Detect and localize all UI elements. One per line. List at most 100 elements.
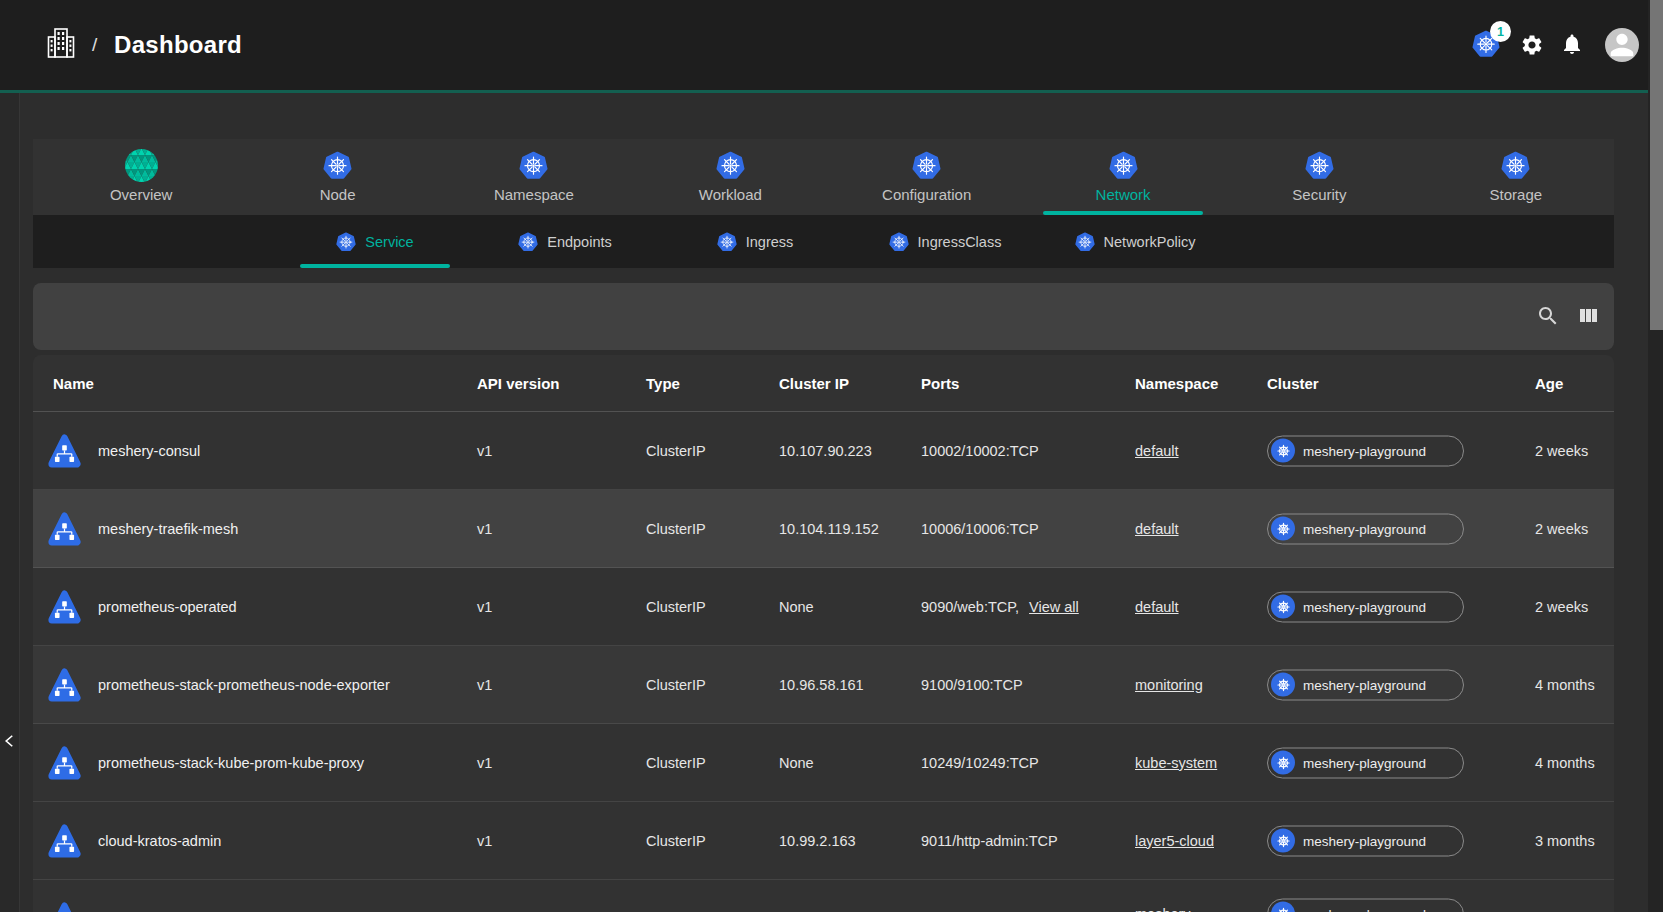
cluster-ip: 10.104.119.152 [779, 521, 879, 537]
tab-label: Node [320, 186, 356, 203]
service-resource-icon [48, 823, 81, 858]
kubernetes-context-badge: 1 [1490, 21, 1511, 42]
kubernetes-icon [518, 232, 538, 252]
column-header-cluster[interactable]: Cluster [1267, 375, 1319, 392]
kubernetes-icon [1271, 517, 1295, 541]
subtab-label: Service [365, 234, 413, 250]
subtab-label: IngressClass [918, 234, 1002, 250]
table-row[interactable]: prometheus-operatedv1ClusterIPNone9090/w… [33, 568, 1614, 646]
cluster-chip[interactable]: meshery-playground [1267, 591, 1464, 622]
cluster-name: meshery-playground [1303, 677, 1426, 692]
table-row[interactable]: meshery-consulv1ClusterIP10.107.90.22310… [33, 412, 1614, 490]
cluster-name: meshery-playground [1303, 521, 1426, 536]
notifications-bell-icon[interactable] [1560, 32, 1584, 57]
column-header-type[interactable]: Type [646, 375, 680, 392]
service-name: meshery-traefik-mesh [98, 521, 238, 537]
kubernetes-icon [519, 151, 548, 180]
ports-value: 9090/web:TCP, [921, 599, 1019, 615]
kubernetes-icon [1271, 439, 1295, 463]
scrollbar-thumb[interactable] [1650, 0, 1663, 330]
cluster-chip[interactable]: meshery-playground [1267, 435, 1464, 466]
service-resource-icon [48, 511, 81, 546]
cluster-ip: None [779, 599, 814, 615]
kubernetes-icon [1305, 151, 1334, 180]
cluster-chip[interactable]: meshery-playground [1267, 747, 1464, 778]
table-row[interactable]: cloud-kratos-adminv1ClusterIP10.99.2.163… [33, 802, 1614, 880]
cluster-ip: None [779, 755, 814, 771]
ports-value: 9011/http-admin:TCP [921, 833, 1058, 849]
subtab-label: NetworkPolicy [1104, 234, 1196, 250]
search-icon[interactable] [1536, 304, 1560, 328]
column-header-name[interactable]: Name [53, 375, 94, 392]
subtab-networkpolicy[interactable]: NetworkPolicy [1040, 215, 1230, 268]
ports-value: 10006/10006:TCP [921, 521, 1039, 537]
table-row[interactable]: meshery meshery-playground [33, 880, 1614, 912]
service-resource-icon [48, 667, 81, 702]
settings-gear-icon[interactable] [1520, 33, 1544, 57]
subtab-ingressclass[interactable]: IngressClass [850, 215, 1040, 268]
chevron-left-icon[interactable] [1, 732, 19, 754]
ports-cell: 9011/http-admin:TCP [921, 833, 1058, 849]
service-name: prometheus-stack-kube-prom-kube-proxy [98, 755, 364, 771]
namespace-link[interactable]: default [1135, 599, 1179, 615]
ports-cell: 10249/10249:TCP [921, 755, 1039, 771]
namespace-link[interactable]: default [1135, 521, 1179, 537]
tab-network[interactable]: Network [1025, 139, 1221, 215]
table-row[interactable]: prometheus-stack-prometheus-node-exporte… [33, 646, 1614, 724]
ports-value: 9100/9100:TCP [921, 677, 1023, 693]
cluster-name: meshery-playground [1303, 755, 1426, 770]
subtab-service[interactable]: Service [280, 215, 470, 268]
tab-workload[interactable]: Workload [632, 139, 828, 215]
tab-configuration[interactable]: Configuration [829, 139, 1025, 215]
services-table: Name API version Type Cluster IP Ports Namesp… [33, 355, 1614, 912]
column-header-ports[interactable]: Ports [921, 375, 959, 392]
table-row[interactable]: meshery-traefik-meshv1ClusterIP10.104.11… [33, 490, 1614, 568]
tab-node[interactable]: Node [239, 139, 435, 215]
kubernetes-icon [1271, 595, 1295, 619]
tab-storage[interactable]: Storage [1418, 139, 1614, 215]
page-title: Dashboard [114, 0, 242, 90]
cluster-chip[interactable]: meshery-playground [1267, 898, 1464, 912]
accent-divider [0, 90, 1663, 93]
api-version: v1 [477, 677, 492, 693]
view-all-ports-link[interactable]: View all [1029, 599, 1079, 615]
kubernetes-icon [1271, 902, 1295, 912]
namespace-link[interactable]: layer5-cloud [1135, 833, 1214, 849]
tab-label: Overview [110, 186, 173, 203]
service-name: cloud-kratos-admin [98, 833, 221, 849]
top-app-bar [0, 0, 1663, 90]
user-avatar[interactable] [1605, 28, 1639, 62]
meshery-logo-icon [124, 148, 159, 183]
subtab-ingress[interactable]: Ingress [660, 215, 850, 268]
tab-security[interactable]: Security [1221, 139, 1417, 215]
kubernetes-icon [716, 151, 745, 180]
cluster-name: meshery-playground [1303, 906, 1426, 912]
tab-overview[interactable]: Overview [43, 139, 239, 215]
column-header-namespace[interactable]: Namespace [1135, 375, 1218, 392]
cluster-ip: 10.96.58.161 [779, 677, 864, 693]
table-row[interactable]: prometheus-stack-kube-prom-kube-proxyv1C… [33, 724, 1614, 802]
age-value: 2 weeks [1535, 521, 1588, 537]
namespace-link[interactable]: default [1135, 443, 1179, 459]
namespace-link[interactable]: kube-system [1135, 755, 1217, 771]
column-header-cluster-ip[interactable]: Cluster IP [779, 375, 849, 392]
column-header-age[interactable]: Age [1535, 375, 1563, 392]
column-header-api-version[interactable]: API version [477, 375, 560, 392]
breadcrumb-separator: / [92, 0, 97, 90]
tab-label: Storage [1490, 186, 1543, 203]
namespace-link[interactable]: meshery [1135, 906, 1191, 912]
namespace-link[interactable]: monitoring [1135, 677, 1203, 693]
kubernetes-icon [889, 232, 909, 252]
organization-building-icon[interactable] [46, 26, 76, 62]
tab-namespace[interactable]: Namespace [436, 139, 632, 215]
service-name: prometheus-stack-prometheus-node-exporte… [98, 677, 390, 693]
cluster-chip[interactable]: meshery-playground [1267, 825, 1464, 856]
tab-label: Security [1292, 186, 1346, 203]
kubernetes-icon [717, 232, 737, 252]
subtab-endpoints[interactable]: Endpoints [470, 215, 660, 268]
kubernetes-icon [1271, 829, 1295, 853]
cluster-chip[interactable]: meshery-playground [1267, 669, 1464, 700]
cluster-chip[interactable]: meshery-playground [1267, 513, 1464, 544]
view-columns-icon[interactable] [1576, 304, 1600, 328]
table-toolbar [33, 283, 1614, 350]
